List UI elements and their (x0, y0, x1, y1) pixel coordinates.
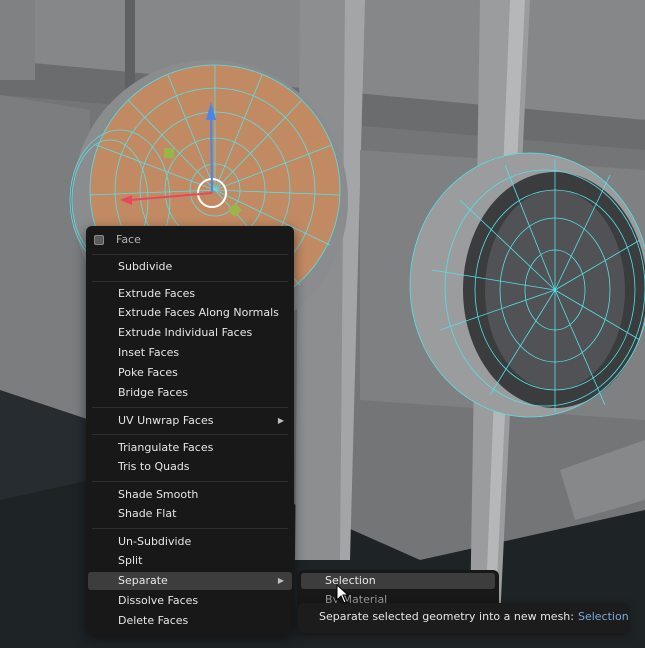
face-context-menu: Face Subdivide Extrude Faces Extrude Fac… (86, 226, 294, 634)
menu-separator (92, 407, 288, 408)
menu-item-delete-faces[interactable]: Delete Faces (88, 612, 292, 630)
menu-item-uv-unwrap-faces[interactable]: UV Unwrap Faces ▶ (88, 412, 292, 430)
menu-item-inset-faces[interactable]: Inset Faces (88, 344, 292, 362)
menu-item-tris-to-quads[interactable]: Tris to Quads (88, 458, 292, 476)
menu-item-extrude-individual-faces[interactable]: Extrude Individual Faces (88, 324, 292, 342)
menu-item-bridge-faces[interactable]: Bridge Faces (88, 384, 292, 402)
menu-separator (92, 434, 288, 435)
menu-item-un-subdivide[interactable]: Un-Subdivide (88, 533, 292, 551)
tooltip: Separate selected geometry into a new me… (298, 603, 629, 633)
menu-item-shade-smooth[interactable]: Shade Smooth (88, 486, 292, 504)
mouse-cursor-icon (336, 584, 350, 604)
menu-item-separate[interactable]: Separate ▶ (88, 572, 292, 590)
menu-separator (92, 481, 288, 482)
menu-item-label: Separate (118, 574, 168, 587)
menu-item-extrude-faces-along-normals[interactable]: Extrude Faces Along Normals (88, 304, 292, 322)
menu-item-poke-faces[interactable]: Poke Faces (88, 364, 292, 382)
menu-item-extrude-faces[interactable]: Extrude Faces (88, 285, 292, 303)
face-mode-icon (94, 235, 104, 245)
menu-item-triangulate-faces[interactable]: Triangulate Faces (88, 439, 292, 457)
menu-separator (92, 281, 288, 282)
submenu-item-selection[interactable]: Selection (301, 573, 495, 589)
menu-separator (92, 528, 288, 529)
submenu-arrow-icon: ▶ (277, 416, 284, 425)
tooltip-text: Separate selected geometry into a new me… (319, 610, 574, 623)
tooltip-value: Selection (577, 610, 629, 623)
menu-item-label: UV Unwrap Faces (118, 414, 214, 427)
menu-header: Face (86, 230, 294, 250)
menu-separator (92, 254, 288, 255)
menu-title: Face (116, 233, 141, 246)
submenu-arrow-icon: ▶ (277, 576, 284, 585)
menu-item-subdivide[interactable]: Subdivide (88, 258, 292, 276)
menu-item-shade-flat[interactable]: Shade Flat (88, 505, 292, 523)
menu-item-dissolve-faces[interactable]: Dissolve Faces (88, 592, 292, 610)
menu-item-split[interactable]: Split (88, 552, 292, 570)
